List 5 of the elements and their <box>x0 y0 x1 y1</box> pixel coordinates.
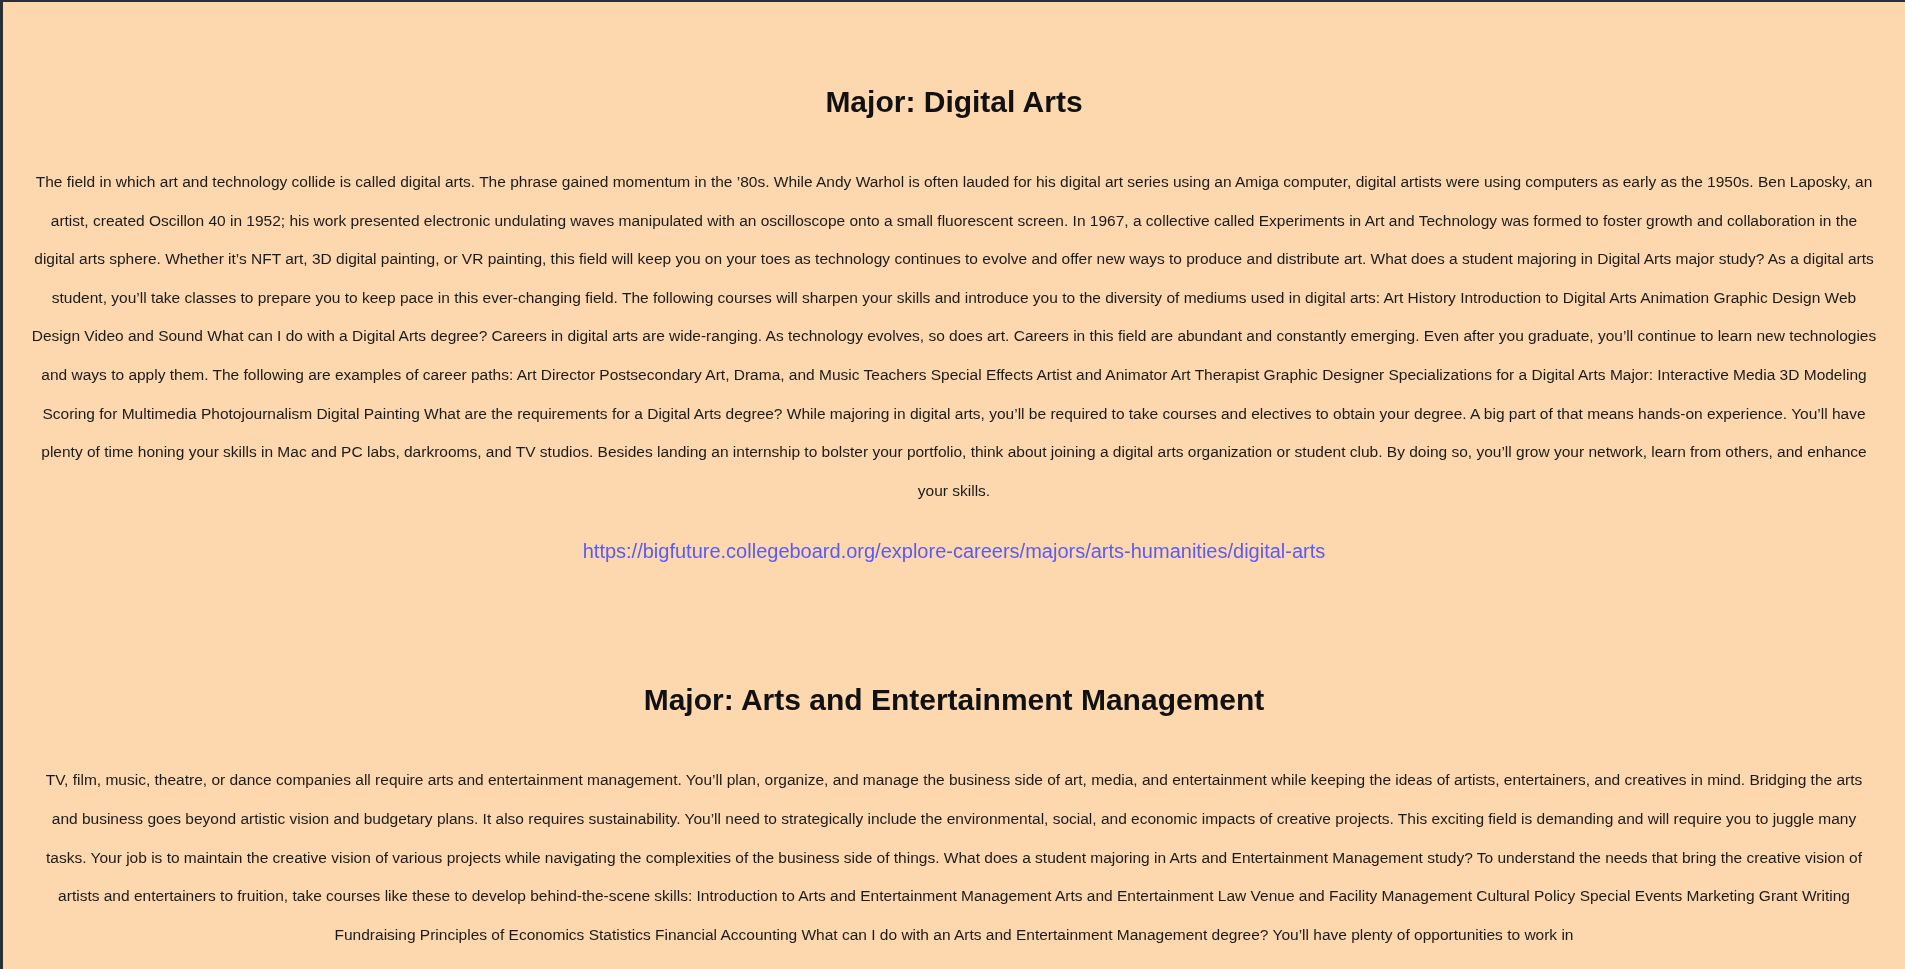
section-paragraph: The field in which art and technology collide is called digital arts. The phrase gained momentum in the ’80s. While Andy Warhol is often lauded for his digital art series using an Amiga computer, digital artists were using computers as early as the 1950s. Ben Laposky, an artist, created Oscillon 40 in 1952; his work presented electronic undulating waves manipulated with an oscilloscope onto a small fluorescent screen. In 1967, a collective called Experiments in Art and Technology was formed to foster growth and collaboration in the digital arts sphere. Whether it’s NFT art, 3D digital painting, or VR painting, this field will keep you on your toes as technology continues to evolve and offer new ways to produce and distribute art. What does a student majoring in Digital Arts major study? As a digital arts student, you’ll take classes to prepare you to keep pace in this ever-changing field. The following courses will sharpen your skills and introduce you to the diversity of mediums used in digital arts: Art History Introduction to Digital Arts Animation Graphic Design Web Design Video and Sound What can I do with a Digital Arts degree? Careers in digital arts are wide-ranging. As technology evolves, so does art. Careers in this field are abundant and constantly emerging. Even after you graduate, you’ll continue to learn new technologies and ways to apply them. The following are examples of career paths: Art Director Postsecondary Art, Drama, and Music Teachers Special Effects Artist and Animator Art Therapist Graphic Designer Specializations for a Digital Arts Major: Interactive Media 3D Modeling Scoring for Multimedia Photojournalism Digital Painting What are the requirements for a Digital Arts degree? While majoring in digital arts, you’ll be required to take courses and electives to obtain your degree. A big part of that means hands-on experience. You’ll have plenty of time honing your skills in Mac and PC labs, darkrooms, and TV studios. Besides landing an internship to bolster your portfolio, think about joining a digital arts organization or student club. By doing so, you’ll grow your network, learn from others, and enhance your skills. <box>31 172 1877 501</box>
section-heading: Major: Arts and Entertainment Management <box>643 683 1265 718</box>
section-paragraph: TV, film, music, theatre, or dance companies all require arts and entertainment management. You’ll plan, organize, and manage the business side of art, media, and entertainment while keeping the ideas of artists, entertainers, and creatives in mind. Bridging the arts and business goes beyond artistic vision and budgetary plans. It also requires sustainability. You’ll need to strategically include the environmental, social, and economic impacts of creative projects. This exciting field is demanding and will require you to juggle many tasks. Your job is to maintain the creative vision of various projects while navigating the complexities of the business side of things. What does a student majoring in Arts and Entertainment Management study? To understand the needs that bring the creative vision of artists and entertainers to fruition, take courses like these to develop behind-the-scene skills: Introduction to Arts and Entertainment Management Arts and Entertainment Law Venue and Facility Management Cultural Policy Special Events Marketing Grant Writing Fundraising Principles of Economics Statistics Financial Accounting What can I do with an Arts and Entertainment Management degree? You’ll have plenty of opportunities to work in <box>44 770 1864 945</box>
section-heading: Major: Digital Arts <box>825 85 1083 119</box>
source-link[interactable]: https://bigfuture.collegeboard.org/explore-careers/majors/arts-humanities/digital-arts <box>582 540 1326 563</box>
